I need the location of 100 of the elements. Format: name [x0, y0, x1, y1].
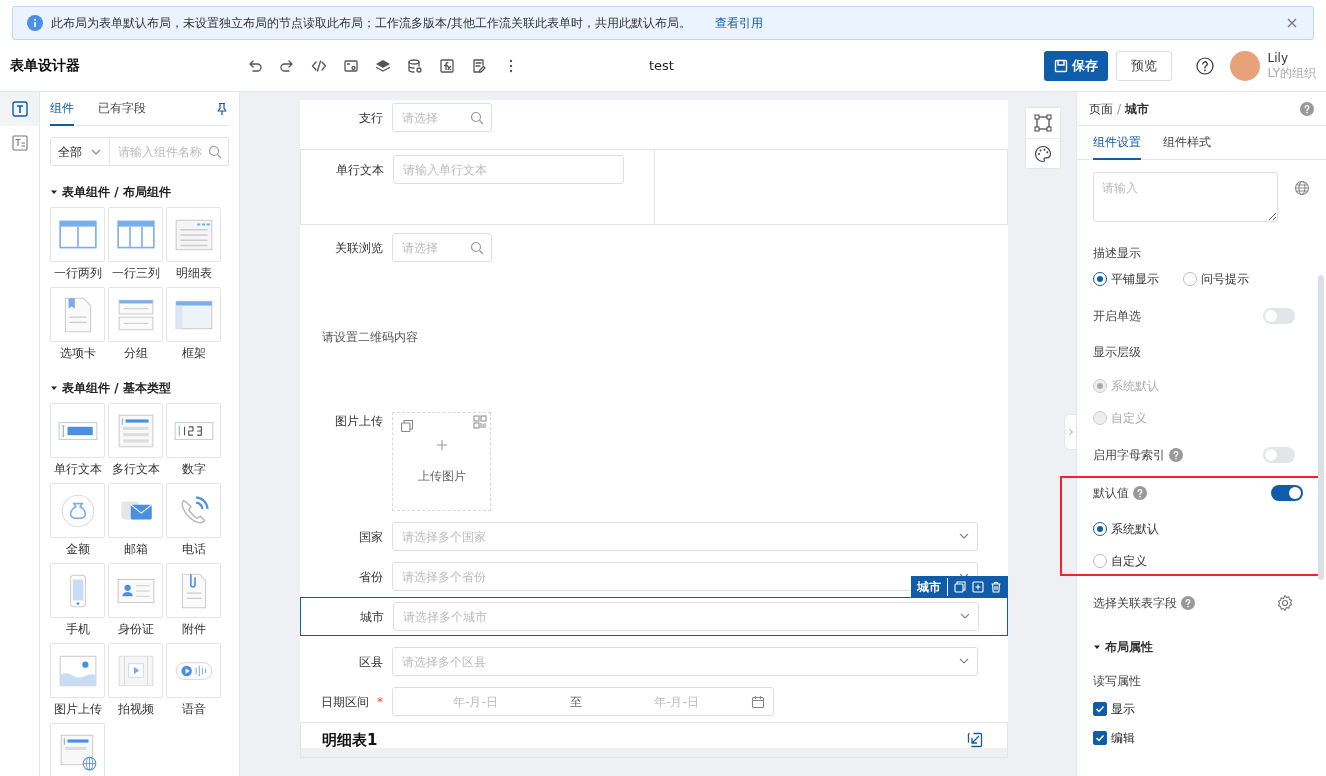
component-tile[interactable]: [50, 643, 105, 698]
component-label: 手机: [64, 621, 91, 638]
component-tile[interactable]: [50, 483, 105, 538]
pin-icon: [215, 101, 229, 116]
screen-settings-icon[interactable]: [343, 57, 359, 74]
breadcrumb-parent[interactable]: 页面: [1089, 99, 1113, 118]
description-textarea[interactable]: 请输入: [1093, 172, 1278, 222]
checkbox-option[interactable]: 显示: [1093, 700, 1135, 718]
layout-tool-button[interactable]: [1026, 108, 1060, 138]
add-icon[interactable]: [972, 580, 984, 593]
component-tile[interactable]: [50, 287, 105, 342]
settings-tab[interactable]: 组件设置: [1093, 125, 1141, 160]
copy-icon[interactable]: [954, 580, 966, 593]
table-title: 明细表1: [322, 729, 378, 751]
radio-circle[interactable]: [1093, 272, 1107, 286]
image-upload-area[interactable]: 上传图片: [392, 412, 491, 511]
style-tool-button[interactable]: [1026, 138, 1060, 168]
checkbox[interactable]: [1093, 702, 1107, 716]
radio-circle[interactable]: [1183, 272, 1197, 286]
help-icon: [1195, 56, 1214, 75]
settings-tab[interactable]: 组件样式: [1163, 125, 1211, 160]
avatar[interactable]: [1229, 50, 1260, 81]
radio-option[interactable]: 系统默认: [1093, 520, 1322, 538]
panel-tab[interactable]: 组件: [50, 92, 74, 126]
select-field[interactable]: 请选择: [392, 103, 492, 132]
app-title: 表单设计器: [10, 56, 81, 75]
radio-option[interactable]: 问号提示: [1183, 270, 1249, 288]
help-icon: [1300, 101, 1314, 116]
component-tile[interactable]: [50, 563, 105, 618]
toggle-switch[interactable]: [1263, 447, 1295, 463]
radio-option[interactable]: 平铺显示: [1093, 270, 1159, 288]
component-tile[interactable]: [166, 207, 221, 262]
component-tile[interactable]: [108, 643, 163, 698]
setting-label: 开启单选: [1093, 308, 1141, 325]
calendar-icon: [751, 694, 765, 709]
component-tile[interactable]: [108, 207, 163, 262]
scrollbar-thumb[interactable]: [1318, 275, 1324, 580]
search-box[interactable]: 请输入组件名称: [110, 137, 229, 166]
settings-icon[interactable]: [1276, 594, 1294, 612]
code-icon[interactable]: [311, 57, 327, 74]
resize-icon[interactable]: [967, 732, 983, 748]
database-icon[interactable]: [407, 57, 423, 74]
component-label: 单行文本: [52, 461, 103, 478]
field-name-tag: 城市: [917, 577, 948, 596]
component-label: 多行文本: [110, 461, 161, 478]
caret-icon[interactable]: [1093, 643, 1101, 651]
pin-button[interactable]: [215, 101, 229, 116]
caret-icon[interactable]: [50, 188, 58, 196]
component-tile[interactable]: [108, 563, 163, 618]
search-icon: [470, 111, 484, 125]
setting-label: 默认值: [1093, 485, 1129, 502]
collapse-handle[interactable]: [1064, 414, 1076, 450]
field-label: 省份: [358, 568, 384, 586]
close-button[interactable]: [1285, 16, 1299, 30]
toggle-switch[interactable]: [1263, 308, 1295, 324]
radio-option[interactable]: 自定义: [1093, 552, 1322, 570]
component-tile[interactable]: [166, 563, 221, 618]
component-tile[interactable]: [166, 483, 221, 538]
view-references-link[interactable]: 查看引用: [715, 14, 764, 32]
select-field[interactable]: 请选择: [392, 233, 492, 262]
globe-icon[interactable]: [1294, 180, 1310, 196]
help-button[interactable]: [1195, 56, 1214, 75]
component-tile[interactable]: [166, 287, 221, 342]
component-tile[interactable]: [50, 723, 105, 776]
group-title: 表单组件 / 布局组件: [62, 184, 171, 201]
panel-tab[interactable]: 已有字段: [98, 92, 146, 126]
radio-circle[interactable]: [1093, 554, 1107, 568]
caret-icon[interactable]: [50, 384, 58, 392]
component-tile[interactable]: [50, 207, 105, 262]
preview-button[interactable]: 预览: [1115, 50, 1172, 81]
toggle-switch[interactable]: [1271, 485, 1303, 501]
select-field[interactable]: 请选择多个国家: [392, 522, 978, 551]
radio-circle[interactable]: [1093, 522, 1107, 536]
text-field[interactable]: 请输入单行文本: [393, 155, 624, 184]
date-start-field[interactable]: 年-月-日: [401, 692, 550, 711]
date-end-field[interactable]: 年-月-日: [602, 692, 751, 711]
component-tile[interactable]: [166, 643, 221, 698]
component-tile[interactable]: [108, 483, 163, 538]
setting-label: 显示层级: [1093, 344, 1142, 361]
document-edit-icon[interactable]: [471, 57, 487, 74]
select-field[interactable]: 请选择多个区县: [392, 647, 978, 676]
trash-icon[interactable]: [990, 580, 1002, 593]
setting-label: 选择关联表字段: [1093, 595, 1177, 612]
search-field[interactable]: 请输入组件名称: [118, 142, 208, 161]
save-button[interactable]: 保存: [1043, 50, 1108, 81]
component-tile[interactable]: [50, 403, 105, 458]
checkbox[interactable]: [1093, 731, 1107, 745]
chevron-right-icon: [1066, 428, 1075, 436]
component-tile[interactable]: [108, 287, 163, 342]
component-tile[interactable]: [166, 403, 221, 458]
select-field[interactable]: 请选择多个城市: [393, 602, 979, 631]
formula-icon[interactable]: [439, 57, 455, 74]
date-range-field[interactable]: 年-月-日 至 年-月-日: [392, 687, 774, 716]
layers-icon[interactable]: [375, 57, 391, 74]
component-tile[interactable]: [108, 403, 163, 458]
rail-tab[interactable]: [0, 92, 39, 126]
breadcrumb-separator: /: [1117, 100, 1122, 118]
checkbox-option[interactable]: 编辑: [1093, 729, 1135, 747]
category-dropdown[interactable]: 全部: [50, 137, 110, 166]
close-icon: [1285, 16, 1299, 30]
